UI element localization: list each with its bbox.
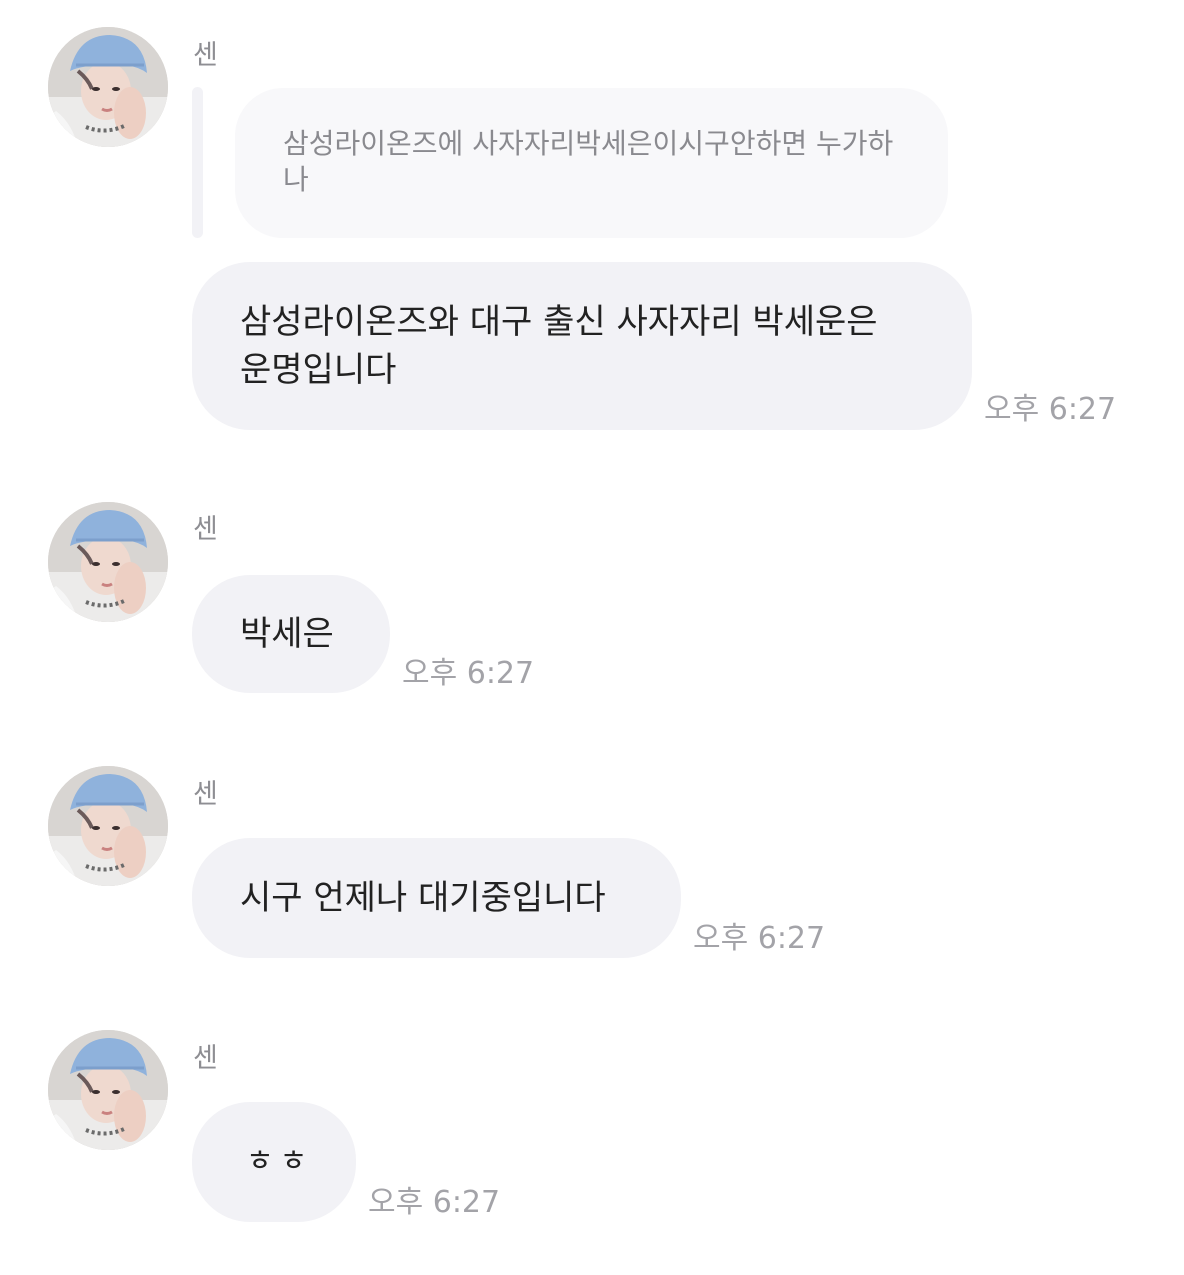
- profile-photo-avatar: [48, 766, 168, 886]
- avatar[interactable]: [48, 766, 168, 886]
- message-timestamp: 오후 6:27: [368, 1185, 501, 1220]
- profile-photo-avatar: [48, 27, 168, 147]
- message-text: 시구 언제나 대기중입니다: [240, 878, 606, 918]
- profile-photo-avatar: [48, 502, 168, 622]
- reply-indicator-bar: [192, 87, 203, 238]
- message-bubble[interactable]: ㅎㅎ: [192, 1102, 356, 1222]
- message-timestamp: 오후 6:27: [693, 921, 826, 956]
- sender-name: 센: [193, 514, 218, 545]
- avatar[interactable]: [48, 1030, 168, 1150]
- message-text-line: 삼성라이온즈와 대구 출신 사자자리 박세운은: [240, 302, 878, 342]
- sender-name: 센: [193, 40, 218, 71]
- reply-quote-bubble[interactable]: 삼성라이온즈에 사자자리박세은이시구안하면 누가하나: [235, 88, 948, 238]
- sender-name: 센: [193, 1043, 218, 1074]
- message-bubble[interactable]: 삼성라이온즈와 대구 출신 사자자리 박세운은 운명입니다: [192, 262, 972, 430]
- avatar[interactable]: [48, 27, 168, 147]
- message-text: ㅎㅎ: [246, 1144, 314, 1179]
- sender-name: 센: [193, 779, 218, 810]
- message-timestamp: 오후 6:27: [984, 392, 1117, 427]
- message-timestamp: 오후 6:27: [402, 656, 535, 691]
- avatar[interactable]: [48, 502, 168, 622]
- message-bubble[interactable]: 박세은: [192, 575, 390, 693]
- message-bubble[interactable]: 시구 언제나 대기중입니다: [192, 838, 681, 958]
- message-text: 박세은: [240, 614, 334, 654]
- message-text-line: 운명입니다: [240, 350, 397, 390]
- profile-photo-avatar: [48, 1030, 168, 1150]
